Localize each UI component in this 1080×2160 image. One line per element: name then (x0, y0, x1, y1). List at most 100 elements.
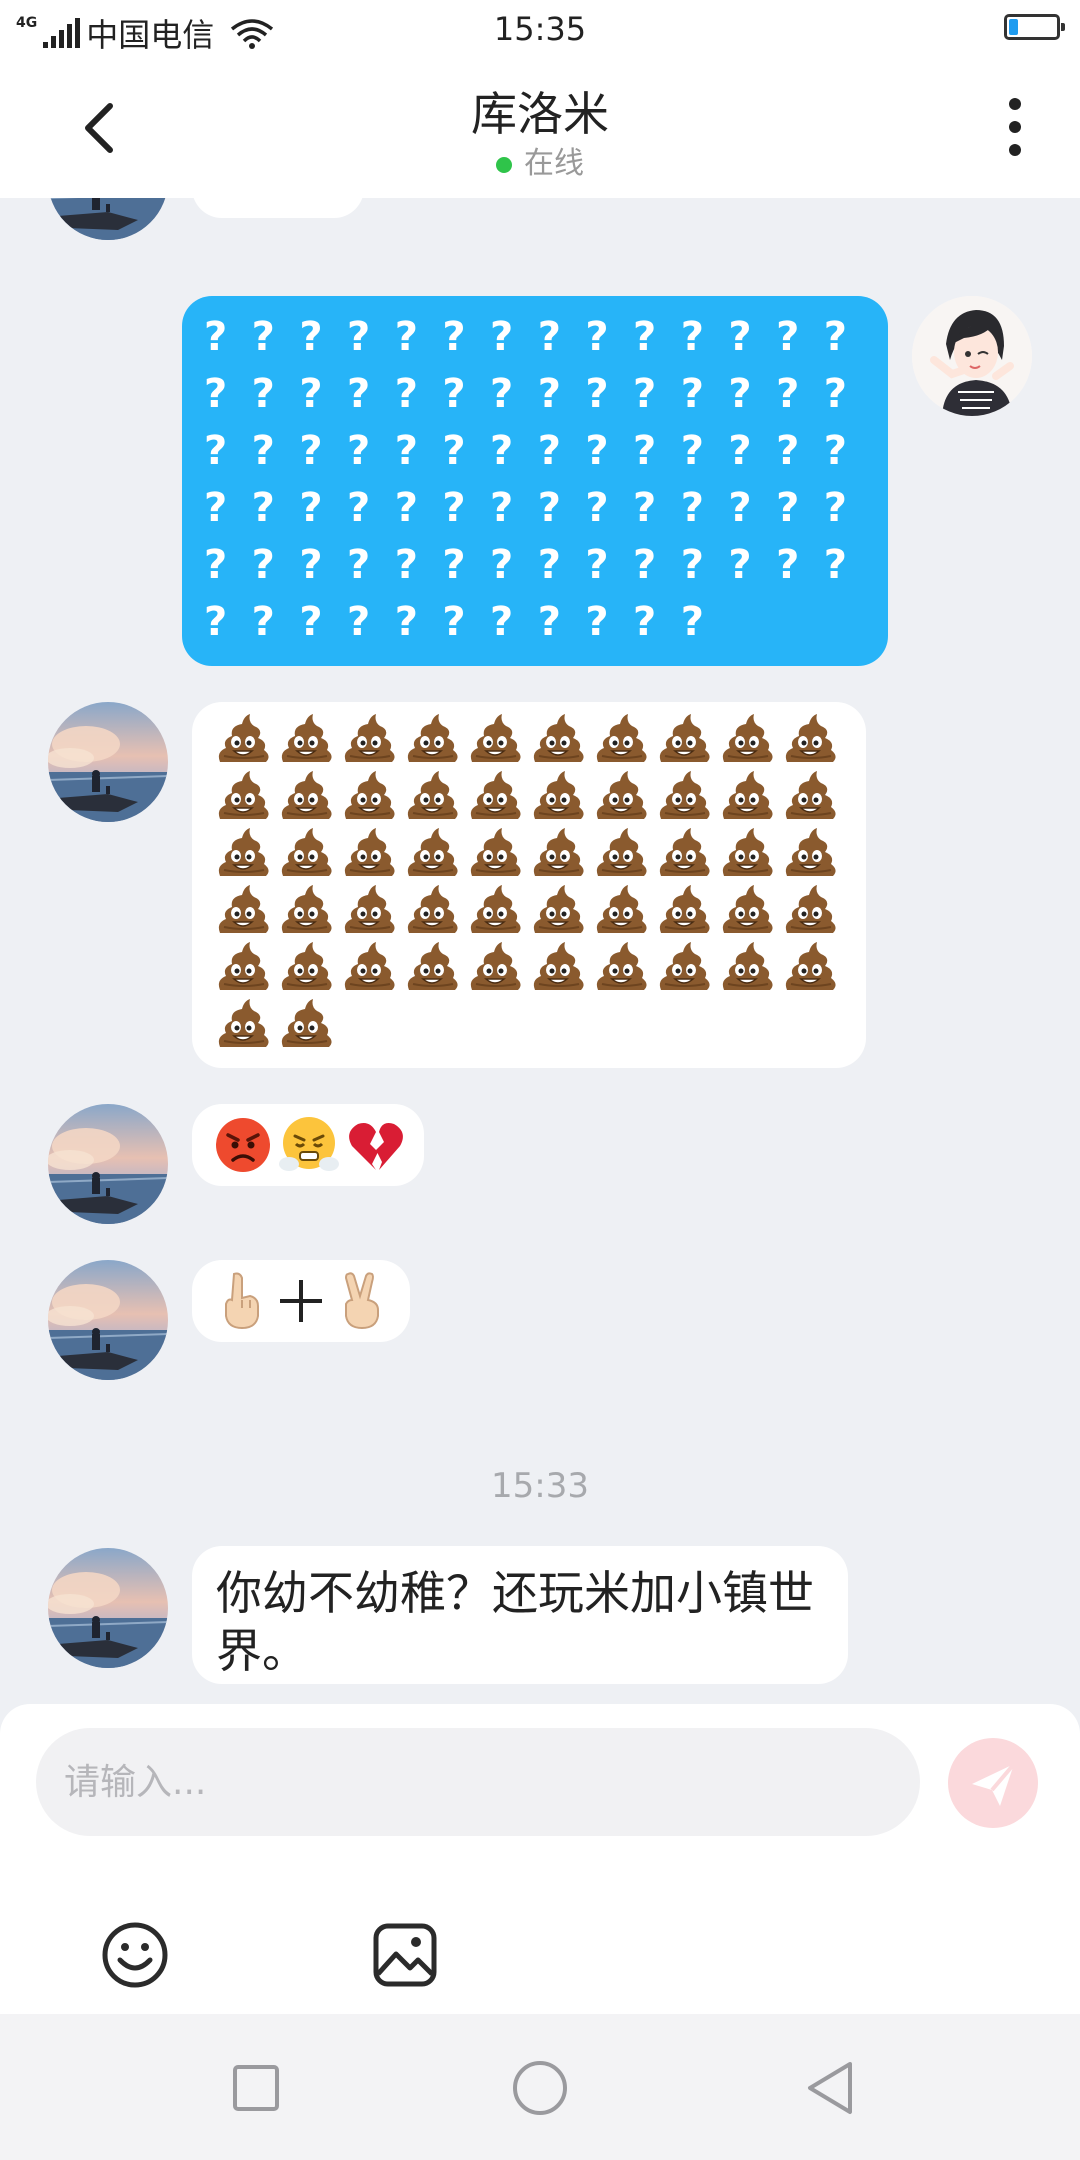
avatar[interactable] (48, 1260, 168, 1380)
question-mark-row: ?????????????? (204, 314, 847, 360)
presence-status: 在线 (0, 138, 1080, 182)
pile-of-poo-emoji-icon (466, 712, 529, 769)
battery-fill (1009, 19, 1018, 35)
victory-hand-emoji-icon (344, 1272, 379, 1330)
pile-of-poo-emoji-icon (340, 769, 403, 826)
battery-icon (1004, 14, 1065, 40)
my-avatar[interactable] (912, 296, 1032, 416)
pile-of-poo-emoji-icon (340, 883, 403, 940)
pile-of-poo-emoji-icon (277, 940, 340, 997)
image-button[interactable] (370, 1920, 440, 1990)
more-options-button[interactable] (1000, 96, 1030, 158)
avatar[interactable] (48, 1548, 168, 1668)
message-timestamp: 15:33 (491, 1466, 589, 1506)
question-mark-row: ?????????????? (204, 485, 847, 531)
pile-of-poo-emoji-icon (340, 826, 403, 883)
image-icon (373, 1923, 437, 1987)
pile-of-poo-emoji-icon (466, 940, 529, 997)
online-dot-icon (496, 156, 512, 173)
system-nav-bar (0, 2014, 1080, 2160)
chat-title: 库洛米 (471, 87, 609, 141)
question-mark-row: ?????????????? (204, 371, 847, 417)
question-mark-row: ?????????????? (204, 542, 847, 588)
question-marks-text: ????????????????????????????????????????… (204, 309, 864, 651)
avatar[interactable] (48, 198, 168, 240)
pile-of-poo-emoji-icon (214, 883, 277, 940)
pile-of-poo-emoji-icon (340, 940, 403, 997)
emoji-row (214, 712, 844, 769)
pile-of-poo-emoji-icon (655, 712, 718, 769)
kuromi-style-girl-avatar-icon (912, 296, 1032, 416)
back-triangle-icon (808, 2062, 852, 2114)
pile-of-poo-emoji-icon (403, 940, 466, 997)
pile-of-poo-emoji-icon (781, 769, 844, 826)
message-input[interactable] (36, 1728, 920, 1836)
pile-of-poo-emoji-icon (655, 769, 718, 826)
emoji-row (214, 883, 844, 940)
pile-of-poo-emoji-icon (403, 712, 466, 769)
pile-of-poo-emoji-icon (592, 883, 655, 940)
home-button[interactable] (510, 2058, 570, 2118)
emoji-button[interactable] (100, 1920, 170, 1990)
angry-face-emoji-icon (216, 1118, 270, 1172)
pile-of-poo-emoji-icon (466, 769, 529, 826)
pile-of-poo-emoji-icon (214, 940, 277, 997)
emoji-row (214, 997, 844, 1054)
recents-square-icon (233, 2065, 279, 2111)
system-back-button[interactable] (800, 2058, 860, 2118)
emoji-row (214, 769, 844, 826)
more-vertical-icon (1009, 98, 1021, 156)
emoji-row (214, 940, 844, 997)
pile-of-poo-emoji-icon (529, 940, 592, 997)
emoji-message-bubble[interactable] (192, 198, 364, 218)
pile-of-poo-emoji-icon (718, 769, 781, 826)
pile-of-poo-emoji-icon (718, 940, 781, 997)
pile-of-poo-emoji-icon (529, 826, 592, 883)
pile-of-poo-emoji-icon (718, 826, 781, 883)
question-mark-row: ??????????? (204, 599, 704, 645)
broken-heart-emoji-icon (349, 1123, 403, 1170)
chat-area[interactable]: ????????????????????????????????????????… (0, 198, 1080, 1704)
pile-of-poo-emoji-icon (718, 883, 781, 940)
pile-of-poo-emoji-icon (214, 997, 277, 1054)
pile-of-poo-emoji-icon (403, 826, 466, 883)
pile-of-poo-emoji-icon (277, 997, 340, 1054)
emoji-message-bubble[interactable] (192, 1260, 410, 1342)
poo-emoji-grid (214, 712, 844, 1054)
index-finger-up-emoji-icon (225, 1272, 259, 1330)
pile-of-poo-emoji-icon (718, 712, 781, 769)
smiley-icon (102, 1922, 168, 1988)
pile-of-poo-emoji-icon (340, 712, 403, 769)
pile-of-poo-emoji-icon (214, 769, 277, 826)
status-time: 15:35 (493, 10, 587, 48)
pile-of-poo-emoji-icon (592, 769, 655, 826)
pile-of-poo-emoji-icon (781, 712, 844, 769)
pile-of-poo-emoji-icon (277, 769, 340, 826)
send-button[interactable] (948, 1738, 1038, 1828)
pile-of-poo-emoji-icon (529, 883, 592, 940)
pile-of-poo-emoji-icon (592, 712, 655, 769)
pile-of-poo-emoji-icon (277, 712, 340, 769)
pile-of-poo-emoji-icon (214, 712, 277, 769)
recents-button[interactable] (226, 2058, 286, 2118)
plus-sign-icon (280, 1280, 322, 1322)
emoji-message-bubble[interactable] (192, 1104, 424, 1186)
pile-of-poo-emoji-icon (403, 883, 466, 940)
pile-of-poo-emoji-icon (277, 826, 340, 883)
pile-of-poo-emoji-icon (655, 940, 718, 997)
face-with-steam-emoji-icon (279, 1117, 339, 1171)
pile-of-poo-emoji-icon (214, 826, 277, 883)
emoji-row (214, 826, 844, 883)
pile-of-poo-emoji-icon (592, 826, 655, 883)
pile-of-poo-emoji-icon (655, 826, 718, 883)
top-bar: 4G 中国电信 15:35 库洛米 在线 (0, 0, 1080, 198)
pile-of-poo-emoji-icon (781, 940, 844, 997)
presence-label: 在线 (524, 146, 584, 181)
avatar[interactable] (48, 702, 168, 822)
question-mark-row: ?????????????? (204, 428, 847, 474)
avatar[interactable] (48, 1104, 168, 1224)
pile-of-poo-emoji-icon (655, 883, 718, 940)
composer (0, 1704, 1080, 2014)
message-text: 你幼不幼稚？还玩米加小镇世界。 (216, 1566, 814, 1678)
pile-of-poo-emoji-icon (529, 769, 592, 826)
